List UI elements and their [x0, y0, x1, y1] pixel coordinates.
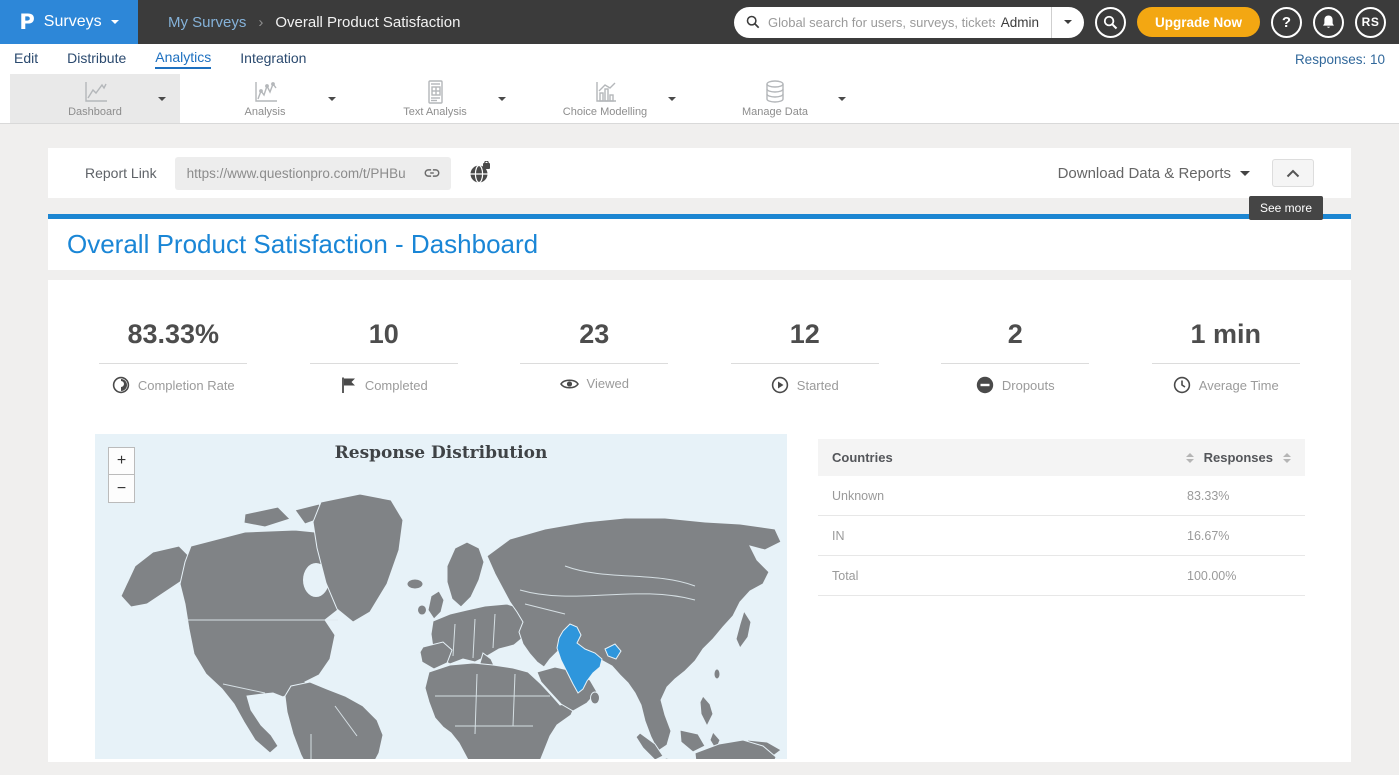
see-more-tooltip: See more	[1249, 196, 1323, 220]
countries-responses-table: Countries Responses Unknown 83.33% IN 16…	[818, 439, 1305, 759]
globe-lock-icon	[468, 161, 492, 185]
global-search-bar[interactable]: Admin	[734, 7, 1084, 38]
sort-responses-icon[interactable]	[1283, 453, 1291, 463]
toolbar-item-manage-data[interactable]: Manage Data	[690, 74, 860, 123]
stat-completed: 10 Completed	[279, 319, 490, 394]
topbar-actions: Admin Upgrade Now ? RS	[734, 7, 1399, 38]
survey-stats-row: 83.33% Completion Rate 10 Completed 23	[48, 280, 1351, 394]
survey-section-tabs: Edit Distribute Analytics Integration Re…	[0, 44, 1399, 74]
stat-dropouts: 2 Dropouts	[910, 319, 1121, 394]
flag-icon	[340, 376, 357, 394]
response-distribution-map[interactable]: Response Distribution + −	[95, 434, 787, 759]
play-circle-icon	[771, 376, 789, 394]
chevron-down-icon	[111, 20, 119, 24]
notifications-button[interactable]	[1313, 7, 1344, 38]
search-scope-selector[interactable]: Admin	[995, 15, 1051, 30]
chevron-down-icon[interactable]	[328, 97, 336, 101]
map-zoom-controls: + −	[108, 447, 135, 503]
stat-completion-rate: 83.33% Completion Rate	[68, 319, 279, 394]
toolbar-item-text-analysis[interactable]: Text Analysis	[350, 74, 520, 123]
map-zoom-in-button[interactable]: +	[108, 447, 135, 475]
completion-rate-icon	[112, 376, 130, 394]
stat-started: 12 Started	[700, 319, 911, 394]
tab-analytics[interactable]: Analytics	[155, 49, 211, 69]
search-input[interactable]	[768, 15, 995, 30]
breadcrumb-current-survey: Overall Product Satisfaction	[275, 14, 460, 31]
report-url-input[interactable]	[187, 166, 423, 181]
breadcrumb: My Surveys › Overall Product Satisfactio…	[168, 14, 460, 31]
chevron-down-icon[interactable]	[1240, 171, 1250, 176]
dashboard-main-card: 83.33% Completion Rate 10 Completed 23	[48, 280, 1351, 762]
search-icon	[746, 15, 760, 29]
database-icon	[760, 79, 790, 105]
analysis-chart-icon	[250, 79, 280, 105]
dashboard-title-card: Overall Product Satisfaction - Dashboard	[48, 214, 1351, 270]
chevron-down-icon[interactable]	[498, 97, 506, 101]
map-zoom-out-button[interactable]: −	[108, 475, 135, 503]
tab-distribute[interactable]: Distribute	[67, 50, 126, 68]
top-navigation-bar: P Surveys My Surveys › Overall Product S…	[0, 0, 1399, 44]
questionpro-logo-menu[interactable]: P Surveys	[0, 0, 138, 44]
analytics-toolbar: Dashboard Analysis Text Analysis Choice …	[0, 74, 1399, 124]
responses-count: Responses: 10	[1295, 52, 1385, 67]
choice-modelling-icon	[590, 79, 620, 105]
upgrade-now-button[interactable]: Upgrade Now	[1137, 7, 1260, 37]
stat-average-time: 1 min Average Time	[1121, 319, 1332, 394]
geo-section: Response Distribution + −	[48, 434, 1351, 759]
user-avatar[interactable]: RS	[1355, 7, 1386, 38]
help-button[interactable]: ?	[1271, 7, 1302, 38]
dashboard-chart-icon	[80, 79, 110, 105]
report-link-label: Report Link	[85, 165, 157, 181]
stat-viewed: 23 Viewed	[489, 319, 700, 394]
report-visibility-button[interactable]	[468, 161, 492, 185]
link-icon[interactable]	[423, 167, 441, 179]
chevron-down-icon[interactable]	[668, 97, 676, 101]
report-link-bar: Report Link Download Data & Reports See …	[48, 148, 1351, 198]
breadcrumb-my-surveys[interactable]: My Surveys	[168, 14, 246, 31]
search-scope-dropdown[interactable]	[1051, 7, 1084, 38]
chevron-up-icon	[1286, 169, 1300, 178]
collapse-panel-button[interactable]: See more	[1272, 159, 1314, 187]
chevron-down-icon	[1064, 20, 1072, 24]
search-icon	[1103, 15, 1118, 30]
text-analysis-icon	[420, 79, 450, 105]
toolbar-item-dashboard[interactable]: Dashboard	[10, 74, 180, 123]
chevron-down-icon[interactable]	[838, 97, 846, 101]
column-header-responses[interactable]: Responses	[1204, 450, 1273, 465]
tab-edit[interactable]: Edit	[14, 50, 38, 68]
page-content: Report Link Download Data & Reports See …	[0, 124, 1399, 762]
sort-countries-icon[interactable]	[1186, 453, 1194, 463]
table-row: Unknown 83.33%	[818, 476, 1305, 516]
chevron-down-icon[interactable]	[158, 97, 166, 101]
minus-circle-icon	[976, 376, 994, 394]
column-header-countries[interactable]: Countries	[832, 450, 893, 465]
toolbar-item-choice-modelling[interactable]: Choice Modelling	[520, 74, 690, 123]
report-url-field[interactable]	[175, 157, 451, 190]
eye-icon	[560, 377, 579, 391]
search-submit-button[interactable]	[1095, 7, 1126, 38]
questionpro-logo-icon: P	[19, 10, 34, 34]
page-title: Overall Product Satisfaction - Dashboard	[67, 229, 538, 260]
table-row: Total 100.00%	[818, 556, 1305, 596]
toolbar-item-analysis[interactable]: Analysis	[180, 74, 350, 123]
breadcrumb-separator-icon: ›	[258, 14, 263, 31]
tab-integration[interactable]: Integration	[240, 50, 306, 68]
clock-icon	[1173, 376, 1191, 394]
table-header-row: Countries Responses	[818, 439, 1305, 476]
table-row: IN 16.67%	[818, 516, 1305, 556]
world-map[interactable]	[95, 434, 787, 759]
download-data-reports-dropdown[interactable]: Download Data & Reports	[1058, 165, 1231, 182]
bell-icon	[1321, 14, 1336, 30]
app-name: Surveys	[44, 13, 102, 31]
map-title: Response Distribution	[95, 443, 787, 463]
